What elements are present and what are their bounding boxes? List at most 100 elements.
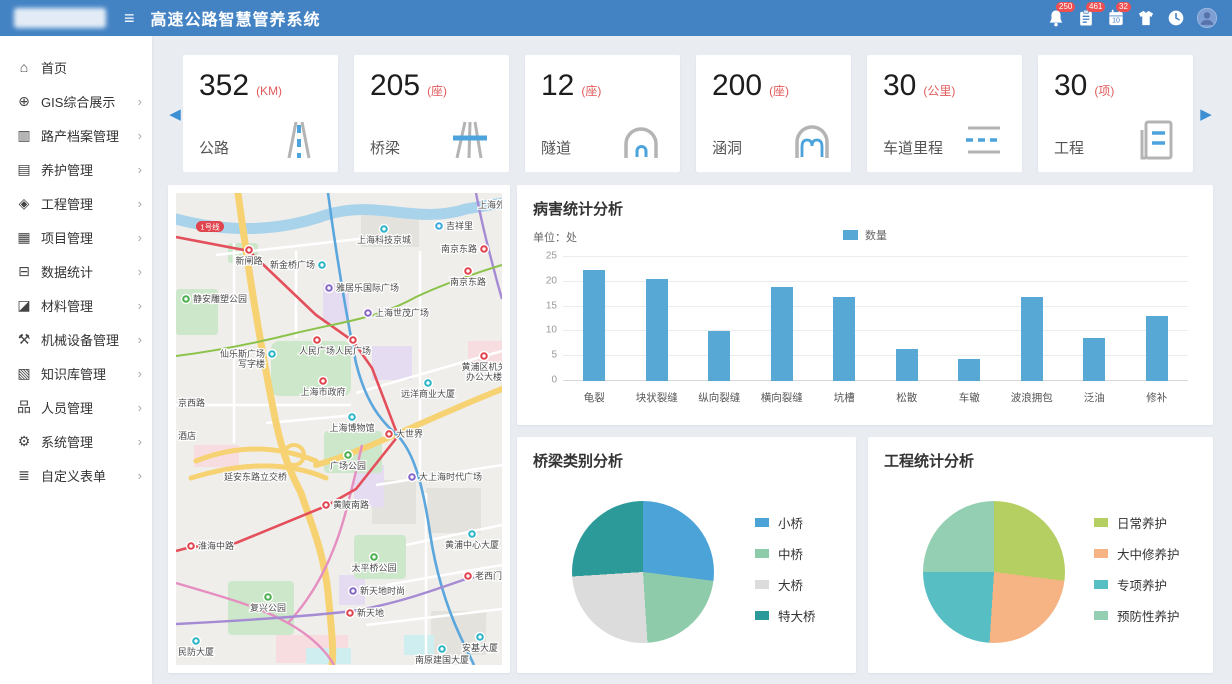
map-label: 上海世茂广场 xyxy=(375,307,429,318)
sidebar-nav: ⌂首页⊕GIS综合展示›▥路产档案管理›▤养护管理›◈工程管理›▦项目管理›⊟数… xyxy=(0,50,152,492)
sidebar-item-personnel[interactable]: 品人员管理› xyxy=(0,390,152,424)
bar xyxy=(1146,316,1168,381)
project-icon xyxy=(1131,118,1177,160)
map-label: 大上海时代广场 xyxy=(419,471,482,482)
sidebar-item-road-archive[interactable]: ▥路产档案管理› xyxy=(0,118,152,152)
road-archive-icon: ▥ xyxy=(16,127,32,144)
bridge-pie-chart xyxy=(572,501,714,643)
bar xyxy=(1021,297,1043,381)
sidebar-item-system[interactable]: ⚙系统管理› xyxy=(0,424,152,458)
stat-unit: (KM) xyxy=(256,84,282,98)
chevron-right-icon: › xyxy=(138,400,142,415)
sidebar-item-gis[interactable]: ⊕GIS综合展示› xyxy=(0,84,152,118)
map-label: 写字楼 xyxy=(238,358,265,369)
stat-card-lane[interactable]: 30(公里)车道里程 xyxy=(867,55,1022,172)
map-label: 上海市政府 xyxy=(300,386,345,397)
city-map[interactable]: 上海外滩新闸路上海科技京城吉祥里南京东路南京东路新金桥广场雅居乐国际广场上海世茂… xyxy=(176,193,502,665)
sidebar-item-engineering[interactable]: ◈工程管理› xyxy=(0,186,152,220)
map-label: 民防大厦 xyxy=(178,646,214,657)
clock-icon[interactable] xyxy=(1166,8,1186,28)
carousel-prev-icon[interactable]: ◀ xyxy=(168,105,182,123)
map-label: 办公大楼 xyxy=(466,371,502,382)
theme-shirt-icon[interactable] xyxy=(1136,8,1156,28)
sidebar-item-label: 工程管理 xyxy=(41,194,138,213)
user-avatar[interactable] xyxy=(1196,7,1218,29)
carousel-next-icon[interactable]: ▶ xyxy=(1199,105,1213,123)
logo xyxy=(14,8,106,28)
bar xyxy=(646,279,668,381)
map-label: 上海博物馆 xyxy=(329,422,374,433)
map-poi-dot xyxy=(440,647,443,650)
map-poi-dot xyxy=(466,574,469,577)
map-panel[interactable]: 上海外滩新闸路上海科技京城吉祥里南京东路南京东路新金桥广场雅居乐国际广场上海世茂… xyxy=(168,185,510,673)
x-axis-label: 块状裂缝 xyxy=(626,390,689,405)
stat-card-road[interactable]: 352 (KM) 公路 xyxy=(183,55,338,172)
calendar-icon[interactable]: 10 32 xyxy=(1106,8,1126,28)
sidebar-item-knowledge[interactable]: ▧知识库管理› xyxy=(0,356,152,390)
map-label: 京西路 xyxy=(178,397,205,408)
legend-swatch xyxy=(843,230,858,240)
notification-bell-icon[interactable]: 250 xyxy=(1046,8,1066,28)
sidebar-item-label: 数据统计 xyxy=(41,262,138,281)
legend-swatch xyxy=(1094,611,1108,620)
sidebar-item-statistics[interactable]: ⊟数据统计› xyxy=(0,254,152,288)
map-poi-dot xyxy=(189,544,192,547)
chevron-right-icon: › xyxy=(138,264,142,279)
map-label: 人民广场 xyxy=(335,345,371,356)
sidebar-item-project[interactable]: ▦项目管理› xyxy=(0,220,152,254)
map-poi-dot xyxy=(350,415,353,418)
stat-value: 352 xyxy=(199,69,249,103)
sidebar-item-label: 材料管理 xyxy=(41,296,138,315)
custom-form-icon: ≣ xyxy=(16,467,32,484)
legend-swatch xyxy=(1094,549,1108,558)
stat-card-project[interactable]: 30(项)工程 xyxy=(1038,55,1193,172)
panel-title: 桥梁类别分析 xyxy=(533,450,623,471)
x-axis-label: 横向裂缝 xyxy=(751,390,814,405)
legend-label: 预防性养护 xyxy=(1117,606,1180,625)
sidebar-item-label: 人员管理 xyxy=(41,398,138,417)
stat-card-tunnel[interactable]: 12(座)隧道 xyxy=(525,55,680,172)
project-stats-panel: 工程统计分析 日常养护大中修养护专项养护预防性养护 xyxy=(868,437,1213,673)
map-poi-dot xyxy=(351,338,354,341)
task-list-icon[interactable]: 461 xyxy=(1076,8,1096,28)
culvert-icon xyxy=(789,118,835,160)
map-label: 黄浦中心大厦 xyxy=(445,539,499,550)
x-axis-label: 纵向裂缝 xyxy=(688,390,751,405)
chevron-right-icon: › xyxy=(138,298,142,313)
sidebar-item-home[interactable]: ⌂首页 xyxy=(0,50,152,84)
disease-stats-panel: 病害统计分析 单位：处 数量 0510152025 龟裂块状裂缝纵向裂缝横向裂缝… xyxy=(517,185,1213,425)
y-axis-tick: 25 xyxy=(546,251,557,262)
sidebar-item-material[interactable]: ◪材料管理› xyxy=(0,288,152,322)
map-label: 延安东路立交桥 xyxy=(224,471,287,482)
stat-value: 205 xyxy=(370,69,420,103)
legend-swatch xyxy=(755,518,769,527)
map-poi-dot xyxy=(482,247,485,250)
stat-label: 公路 xyxy=(199,137,229,160)
menu-toggle-icon[interactable]: ≡ xyxy=(124,9,135,27)
sidebar-item-label: 项目管理 xyxy=(41,228,138,247)
map-poi-dot xyxy=(470,532,473,535)
sidebar-item-equipment[interactable]: ⚒机械设备管理› xyxy=(0,322,152,356)
map-poi-dot xyxy=(382,227,385,230)
sidebar-item-maintenance[interactable]: ▤养护管理› xyxy=(0,152,152,186)
x-axis-label: 泛油 xyxy=(1063,390,1126,405)
map-label: 广场公园 xyxy=(330,460,366,471)
stat-value: 12 xyxy=(541,69,574,103)
sidebar-item-label: 路产档案管理 xyxy=(41,126,138,145)
sidebar-item-custom-form[interactable]: ≣自定义表单› xyxy=(0,458,152,492)
stat-card-culvert[interactable]: 200(座)涵洞 xyxy=(696,55,851,172)
bar xyxy=(583,270,605,381)
y-axis-tick: 15 xyxy=(546,300,557,311)
map-poi-dot xyxy=(410,475,413,478)
map-label: 南京东路 xyxy=(450,276,486,287)
stat-card-bridge[interactable]: 205(座)桥梁 xyxy=(354,55,509,172)
legend-item: 预防性养护 xyxy=(1094,606,1180,625)
legend-label: 中桥 xyxy=(778,544,803,563)
bar xyxy=(833,297,855,381)
map-poi-dot xyxy=(270,352,273,355)
map-poi-dot xyxy=(366,311,369,314)
x-axis-label: 坑槽 xyxy=(813,390,876,405)
map-label: 远洋商业大厦 xyxy=(401,388,455,399)
chevron-right-icon: › xyxy=(138,162,142,177)
gis-icon: ⊕ xyxy=(16,93,32,110)
